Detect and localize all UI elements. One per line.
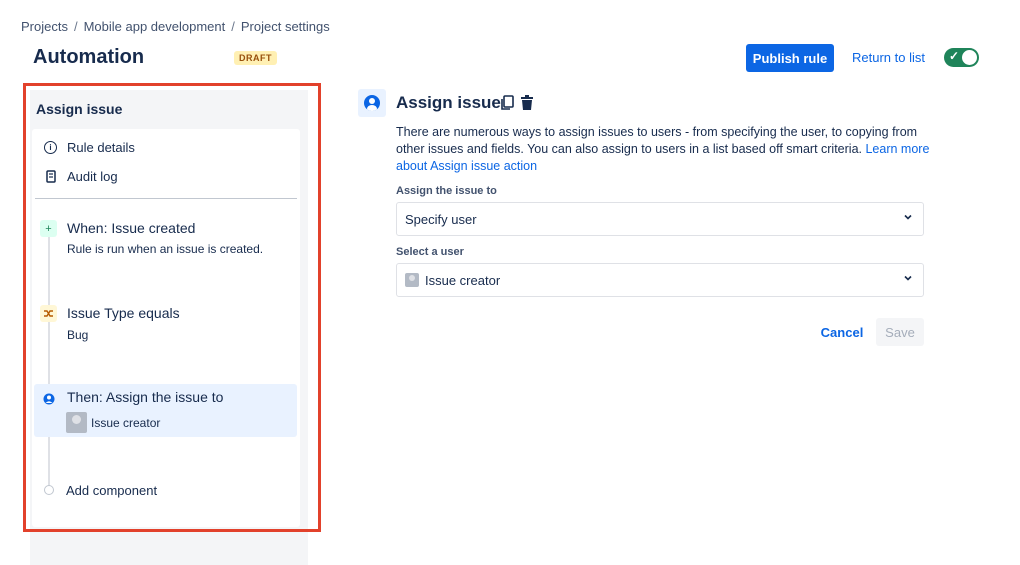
timeline-line	[48, 234, 50, 486]
sidebar-heading: Assign issue	[36, 101, 123, 117]
copy-icon[interactable]	[500, 95, 514, 111]
page-title: Automation	[33, 46, 145, 68]
info-icon: i	[44, 141, 57, 154]
trash-icon[interactable]	[520, 95, 534, 111]
chevron-down-icon	[904, 214, 912, 220]
breadcrumb-project-settings[interactable]: Project settings	[241, 19, 330, 34]
add-component-circle-icon[interactable]	[44, 485, 54, 495]
step-title: Issue Type equals	[67, 305, 180, 321]
step-title: When: Issue created	[67, 220, 196, 236]
action-title: Assign issue	[396, 93, 501, 112]
step-action-assign-issue[interactable]: Then: Assign the issue to Issue creator	[34, 384, 297, 437]
check-icon: ✓	[949, 49, 960, 63]
chevron-down-icon	[904, 275, 912, 281]
select-user-label: Select a user	[396, 246, 464, 258]
draft-badge: DRAFT	[234, 51, 277, 65]
select-user-value: Issue creator	[425, 272, 501, 288]
step-trigger-issue-created[interactable]: + When: Issue created Rule is run when a…	[34, 215, 297, 265]
avatar	[66, 412, 87, 433]
cancel-button[interactable]: Cancel	[816, 318, 868, 346]
breadcrumb-mobile-app-development[interactable]: Mobile app development	[84, 19, 226, 34]
assign-issue-action-icon	[358, 89, 386, 117]
toggle-knob	[962, 50, 977, 65]
step-subtitle: Bug	[67, 328, 89, 342]
assign-to-value: Specify user	[405, 211, 477, 227]
step-title: Then: Assign the issue to	[67, 389, 224, 405]
rule-enabled-toggle[interactable]: ✓	[944, 48, 979, 67]
sidebar-item-label: Audit log	[67, 169, 118, 184]
select-user-select[interactable]: Issue creator	[396, 263, 924, 297]
plus-icon: +	[40, 220, 57, 237]
divider	[35, 198, 297, 199]
breadcrumb-separator: /	[73, 19, 78, 34]
avatar	[405, 273, 419, 287]
save-button[interactable]: Save	[876, 318, 924, 346]
sidebar-item-rule-details[interactable]: i Rule details	[44, 140, 135, 155]
breadcrumb: Projects / Mobile app development / Proj…	[21, 19, 330, 34]
publish-rule-button[interactable]: Publish rule	[746, 44, 834, 72]
return-to-list-link[interactable]: Return to list	[852, 50, 925, 65]
branch-icon	[40, 305, 57, 322]
step-subtitle-text: Issue creator	[91, 415, 161, 430]
person-icon	[40, 390, 57, 407]
step-condition-issue-type[interactable]: Issue Type equals Bug	[34, 300, 297, 350]
assign-to-select[interactable]: Specify user	[396, 202, 924, 236]
step-subtitle: Issue creator	[66, 412, 160, 433]
action-description: There are numerous ways to assign issues…	[396, 124, 936, 175]
step-subtitle: Rule is run when an issue is created.	[67, 242, 264, 256]
breadcrumb-projects[interactable]: Projects	[21, 19, 68, 34]
description-text: There are numerous ways to assign issues…	[396, 125, 918, 156]
add-component-link[interactable]: Add component	[66, 483, 157, 498]
breadcrumb-separator: /	[231, 19, 235, 34]
person-icon	[364, 95, 380, 111]
sidebar-item-label: Rule details	[67, 140, 135, 155]
assign-to-label: Assign the issue to	[396, 185, 497, 197]
document-icon	[44, 170, 57, 183]
sidebar-item-audit-log[interactable]: Audit log	[44, 169, 118, 184]
